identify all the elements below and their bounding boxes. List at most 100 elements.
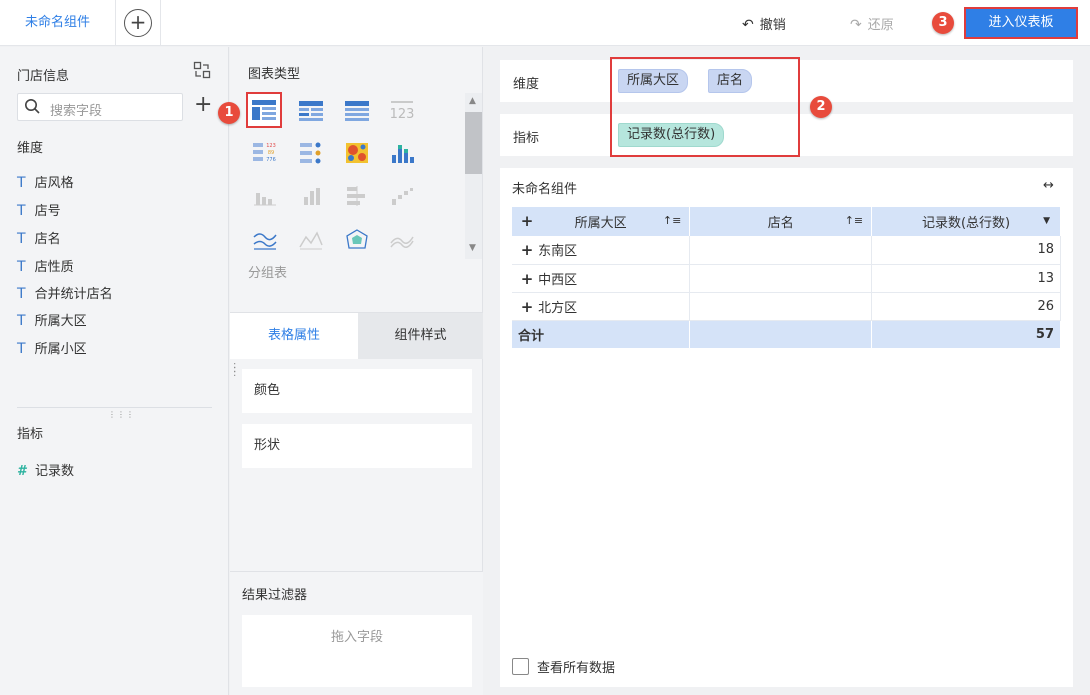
search-placeholder: 搜索字段 bbox=[50, 104, 103, 119]
color-property[interactable]: 颜色 bbox=[242, 369, 472, 413]
add-field-icon[interactable]: + bbox=[194, 94, 212, 116]
header-label: 记录数(总行数) bbox=[921, 216, 1011, 231]
stacked-bar-type-icon[interactable] bbox=[387, 140, 417, 166]
detail-table-type-icon[interactable] bbox=[342, 98, 372, 124]
result-filter-panel: 结果过滤器 拖入字段 bbox=[230, 571, 483, 695]
expand-row-icon[interactable]: + bbox=[520, 241, 534, 259]
annotation-badge-1: 1 bbox=[218, 102, 240, 124]
scroll-up-icon[interactable]: ▲ bbox=[469, 96, 476, 106]
text-field-icon: T bbox=[17, 313, 26, 329]
header-label: 所属大区 bbox=[574, 216, 627, 231]
bar-chart-type-icon[interactable] bbox=[296, 183, 326, 209]
svg-text:89: 89 bbox=[268, 150, 274, 156]
resize-grip-icon[interactable]: ⋮⋮⋮ bbox=[108, 410, 135, 419]
column-chart-type-icon[interactable] bbox=[250, 183, 280, 209]
table-row[interactable]: + 中西区 13 bbox=[512, 264, 1061, 293]
redo-icon: ↷ bbox=[850, 17, 862, 33]
sort-icon[interactable]: ↑≡ bbox=[663, 214, 681, 227]
metric-section-label: 指标 bbox=[17, 427, 44, 442]
crosstab-type-icon[interactable] bbox=[296, 98, 326, 124]
count-cell: 13 bbox=[871, 264, 1061, 293]
scrollbar-thumb[interactable] bbox=[465, 112, 482, 174]
total-row: 合计 57 bbox=[512, 320, 1061, 348]
table-row[interactable]: + 北方区 26 bbox=[512, 292, 1061, 321]
result-filter-title: 结果过滤器 bbox=[242, 588, 308, 603]
sort-icon[interactable]: ↑≡ bbox=[845, 214, 863, 227]
svg-text:123: 123 bbox=[390, 107, 415, 122]
header-record-count[interactable]: 记录数(总行数) ▼ bbox=[871, 207, 1061, 236]
total-value: 57 bbox=[871, 320, 1061, 348]
undo-icon: ↶ bbox=[742, 17, 754, 33]
shape-property[interactable]: 形状 bbox=[242, 424, 472, 468]
scroll-down-icon[interactable]: ▼ bbox=[469, 243, 476, 253]
kpi-number-type-icon[interactable]: 123 bbox=[387, 98, 417, 124]
grouped-table-type-icon[interactable] bbox=[246, 92, 282, 128]
field-label: 店名 bbox=[34, 232, 61, 247]
field-item[interactable]: T 店性质 bbox=[17, 256, 74, 276]
field-item[interactable]: T 所属小区 bbox=[17, 338, 87, 358]
waterfall-type-icon[interactable] bbox=[387, 183, 417, 209]
store-cell bbox=[689, 264, 873, 293]
expand-all-icon[interactable]: + bbox=[520, 212, 534, 230]
view-all-label: 查看所有数据 bbox=[537, 661, 616, 676]
area-line-type-icon[interactable] bbox=[296, 227, 326, 253]
field-item[interactable]: T 店风格 bbox=[17, 172, 74, 192]
radar-chart-type-icon[interactable] bbox=[342, 227, 372, 253]
field-item[interactable]: T 店名 bbox=[17, 228, 61, 248]
dimension-section-label: 维度 bbox=[17, 141, 44, 156]
add-tab-icon[interactable]: + bbox=[124, 9, 152, 37]
view-all-data-toggle[interactable]: 查看所有数据 bbox=[512, 657, 615, 676]
field-item[interactable]: T 所属大区 bbox=[17, 310, 87, 330]
component-canvas: 未命名组件 ↔ + 所属大区 ↑≡ 店名 ↑≡ 记录数(总行数) ▼ + 东南区… bbox=[500, 168, 1073, 687]
metric-row-label: 指标 bbox=[513, 131, 540, 146]
field-search-input[interactable]: 搜索字段 bbox=[17, 93, 183, 121]
chart-type-scrollbar[interactable]: ▲ ▼ bbox=[465, 93, 482, 259]
stream-chart-type-icon[interactable] bbox=[387, 227, 417, 253]
dot-table-type-icon[interactable] bbox=[296, 140, 326, 166]
text-field-icon: T bbox=[17, 341, 26, 357]
view-all-checkbox[interactable] bbox=[512, 658, 529, 675]
tab-component-style[interactable]: 组件样式 bbox=[358, 313, 483, 359]
expand-row-icon[interactable]: + bbox=[520, 298, 534, 316]
dropdown-triangle-icon[interactable]: ▼ bbox=[1043, 216, 1050, 226]
search-icon bbox=[24, 98, 40, 118]
field-item[interactable]: T 店号 bbox=[17, 200, 61, 220]
region-cell: + 北方区 bbox=[512, 292, 691, 321]
total-label: 合计 bbox=[512, 320, 691, 348]
numeric-field-icon: # bbox=[17, 464, 27, 479]
drag-handle-icon[interactable]: ::: bbox=[233, 361, 236, 379]
field-item[interactable]: T 合并统计店名 bbox=[17, 283, 113, 303]
dimension-row-label: 维度 bbox=[513, 77, 540, 92]
annotation-badge-3: 3 bbox=[932, 12, 954, 34]
metric-field-item[interactable]: # 记录数 bbox=[17, 460, 74, 479]
field-label: 店性质 bbox=[34, 260, 74, 275]
region-label: 北方区 bbox=[538, 300, 578, 316]
table-row[interactable]: + 东南区 18 bbox=[512, 236, 1061, 265]
annotation-badge-2: 2 bbox=[810, 96, 832, 118]
tab-table-properties[interactable]: 表格属性 bbox=[230, 313, 358, 359]
switch-dataset-icon[interactable] bbox=[193, 61, 211, 79]
undo-button[interactable]: ↶ 撤销 bbox=[742, 14, 786, 33]
section-divider bbox=[17, 407, 212, 408]
fit-width-icon[interactable]: ↔ bbox=[1043, 178, 1054, 193]
field-label: 店号 bbox=[34, 204, 61, 219]
expand-row-icon[interactable]: + bbox=[520, 270, 534, 288]
total-empty-cell bbox=[689, 320, 873, 348]
redo-button[interactable]: ↷ 还原 bbox=[850, 14, 894, 33]
heatmap-type-icon[interactable] bbox=[342, 140, 372, 166]
horizontal-bar-type-icon[interactable] bbox=[342, 183, 372, 209]
filter-drop-zone[interactable]: 拖入字段 bbox=[242, 615, 472, 687]
header-region[interactable]: + 所属大区 ↑≡ bbox=[512, 207, 691, 236]
field-label: 所属小区 bbox=[34, 342, 87, 357]
component-title[interactable]: 未命名组件 bbox=[512, 178, 577, 197]
undo-label: 撤销 bbox=[759, 18, 786, 33]
redo-label: 还原 bbox=[867, 18, 894, 33]
text-field-icon: T bbox=[17, 203, 26, 219]
enter-dashboard-button[interactable]: 进入仪表板 bbox=[964, 7, 1078, 39]
tab-unnamed-component[interactable]: 未命名组件 bbox=[0, 0, 116, 46]
line-chart-type-icon[interactable] bbox=[250, 227, 280, 253]
header-store[interactable]: 店名 ↑≡ bbox=[689, 207, 873, 236]
colored-table-type-icon[interactable]: 123 89 776 bbox=[250, 140, 280, 166]
table-header-row: + 所属大区 ↑≡ 店名 ↑≡ 记录数(总行数) ▼ bbox=[512, 207, 1061, 236]
data-fields-panel: 门店信息 搜索字段 + 维度 T 店风格 T 店号 T 店名 T 店性质 T 合并统计店名… bbox=[0, 47, 229, 695]
